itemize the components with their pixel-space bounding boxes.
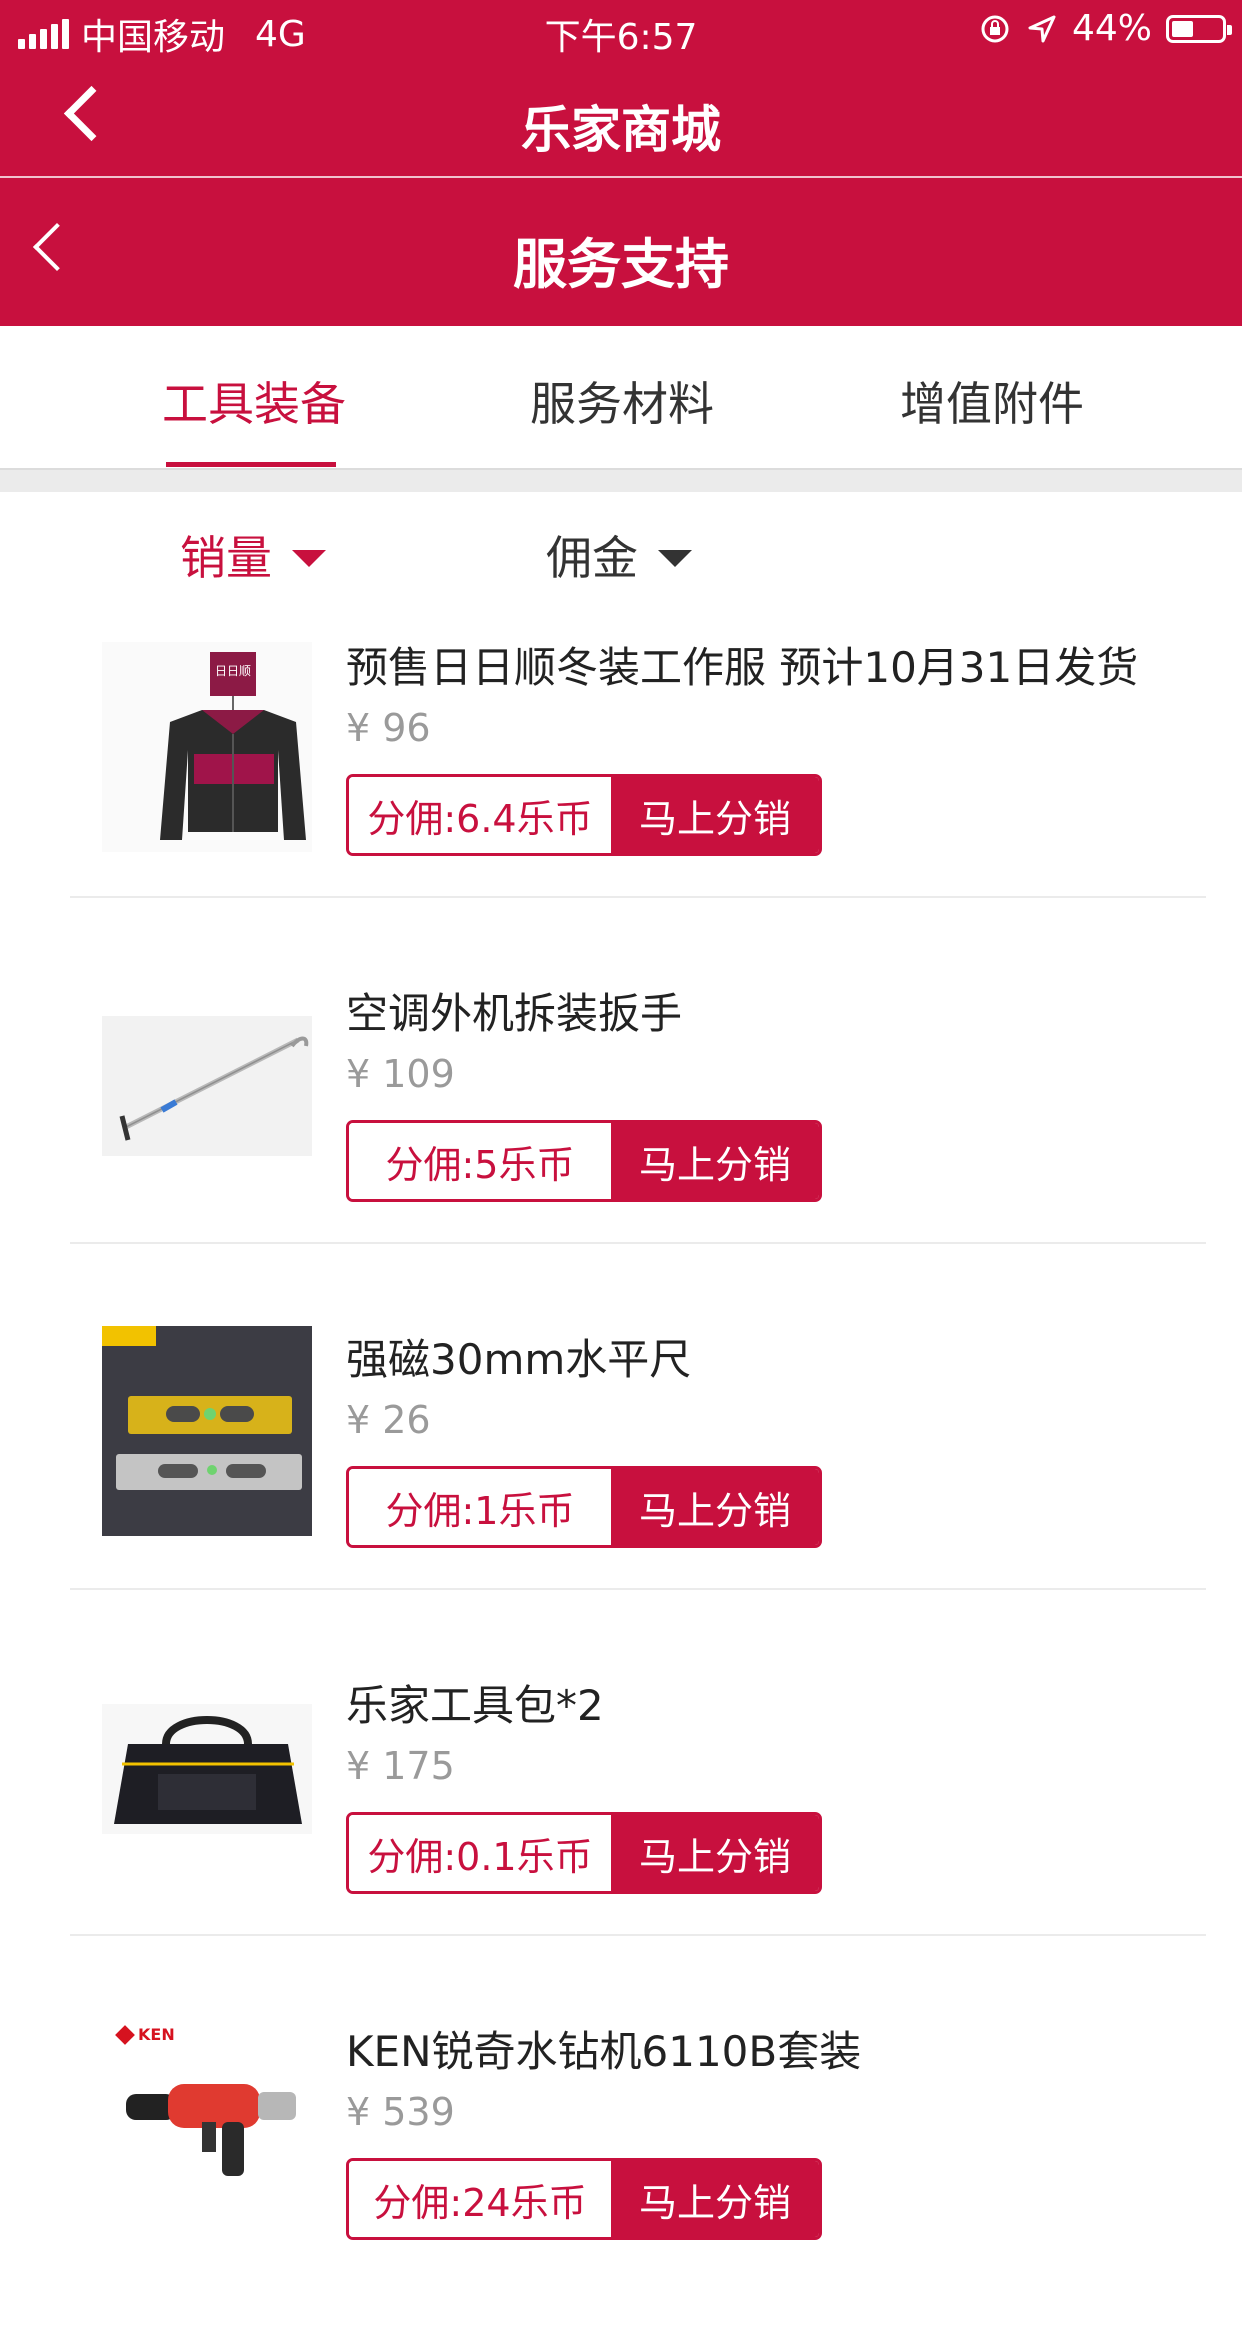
distribute-button[interactable]: 马上分销 (611, 777, 819, 853)
active-tab-indicator (166, 462, 336, 467)
commission-tag: 分佣:0.1乐币 (349, 1815, 611, 1891)
distribute-button[interactable]: 马上分销 (611, 1123, 819, 1199)
product-actions: 分佣:5乐币 马上分销 (346, 1120, 822, 1202)
commission-tag: 分佣:1乐币 (349, 1469, 611, 1545)
product-item[interactable]: 空调外机拆装扳手 ¥ 109 分佣:5乐币 马上分销 (0, 966, 1242, 1312)
tab-tools[interactable]: 工具装备 (162, 368, 346, 434)
product-price: ¥ 175 (346, 1744, 455, 1788)
product-actions: 分佣:6.4乐币 马上分销 (346, 774, 822, 856)
distribute-button[interactable]: 马上分销 (611, 1815, 819, 1891)
location-arrow-icon (1028, 15, 1056, 42)
divider (70, 896, 1206, 898)
product-price: ¥ 96 (346, 706, 431, 750)
product-image-toolbag (102, 1704, 312, 1834)
status-right: 44% (978, 8, 1232, 49)
brand-logo-text: 日日顺 (215, 664, 251, 678)
caret-down-icon (292, 549, 326, 567)
product-name: 空调外机拆装扳手 (346, 989, 683, 1038)
page-header: 服务支持 (0, 178, 1242, 326)
product-name: 乐家工具包*2 (346, 1681, 604, 1730)
product-price: ¥ 26 (346, 1398, 431, 1442)
sort-commission[interactable]: 佣金 (546, 522, 692, 588)
section-gap (0, 470, 1242, 492)
product-actions: 分佣:0.1乐币 马上分销 (346, 1812, 822, 1894)
battery-percent: 44% (1071, 8, 1152, 49)
commission-tag: 分佣:5乐币 (349, 1123, 611, 1199)
distribute-button[interactable]: 马上分销 (611, 1469, 819, 1545)
app-title: 乐家商城 (521, 101, 721, 159)
commission-tag: 分佣:6.4乐币 (349, 777, 611, 853)
app-header: 乐家商城 (0, 62, 1242, 178)
product-image-drill: KEN (102, 2018, 312, 2228)
product-actions: 分佣:1乐币 马上分销 (346, 1466, 822, 1548)
rotation-lock-icon (981, 15, 1009, 42)
page-title: 服务支持 (513, 233, 729, 296)
product-item[interactable]: 日日顺 预售日日顺冬装工作服 预计10月31日发货 ¥ 96 分佣:6.4乐币 … (0, 620, 1242, 966)
brand-logo-text: KEN (138, 2025, 175, 2044)
product-image-level (102, 1326, 312, 1536)
divider (70, 1242, 1206, 1244)
distribute-button[interactable]: 马上分销 (611, 2161, 819, 2237)
product-image-jacket: 日日顺 (102, 642, 312, 852)
status-bar: 中国移动 4G 下午6:57 44% (0, 0, 1242, 62)
sort-sales-label: 销量 (180, 531, 272, 585)
product-name: KEN锐奇水钻机6110B套装 (346, 2027, 862, 2076)
product-item[interactable]: 乐家工具包*2 ¥ 175 分佣:0.1乐币 马上分销 (0, 1658, 1242, 2004)
sort-commission-label: 佣金 (546, 531, 638, 585)
product-price: ¥ 539 (346, 2090, 455, 2134)
divider (70, 1934, 1206, 1936)
tab-accessories[interactable]: 增值附件 (900, 368, 1084, 434)
tab-materials[interactable]: 服务材料 (530, 368, 714, 434)
product-price: ¥ 109 (346, 1052, 455, 1096)
battery-level (1172, 20, 1193, 37)
category-tabs: 工具装备 服务材料 增值附件 (0, 326, 1242, 470)
product-actions: 分佣:24乐币 马上分销 (346, 2158, 822, 2240)
product-image-wrench (102, 1016, 312, 1156)
product-name: 强磁30mm水平尺 (346, 1335, 692, 1384)
product-name: 预售日日顺冬装工作服 预计10月31日发货 (346, 643, 1139, 692)
battery-icon (1166, 14, 1232, 43)
commission-tag: 分佣:24乐币 (349, 2161, 611, 2237)
sort-sales[interactable]: 销量 (180, 522, 326, 588)
product-item[interactable]: 强磁30mm水平尺 ¥ 26 分佣:1乐币 马上分销 (0, 1312, 1242, 1658)
caret-down-icon (658, 549, 692, 567)
divider (70, 1588, 1206, 1590)
product-item[interactable]: KEN KEN锐奇水钻机6110B套装 ¥ 539 分佣:24乐币 马上分销 (0, 2004, 1242, 2350)
